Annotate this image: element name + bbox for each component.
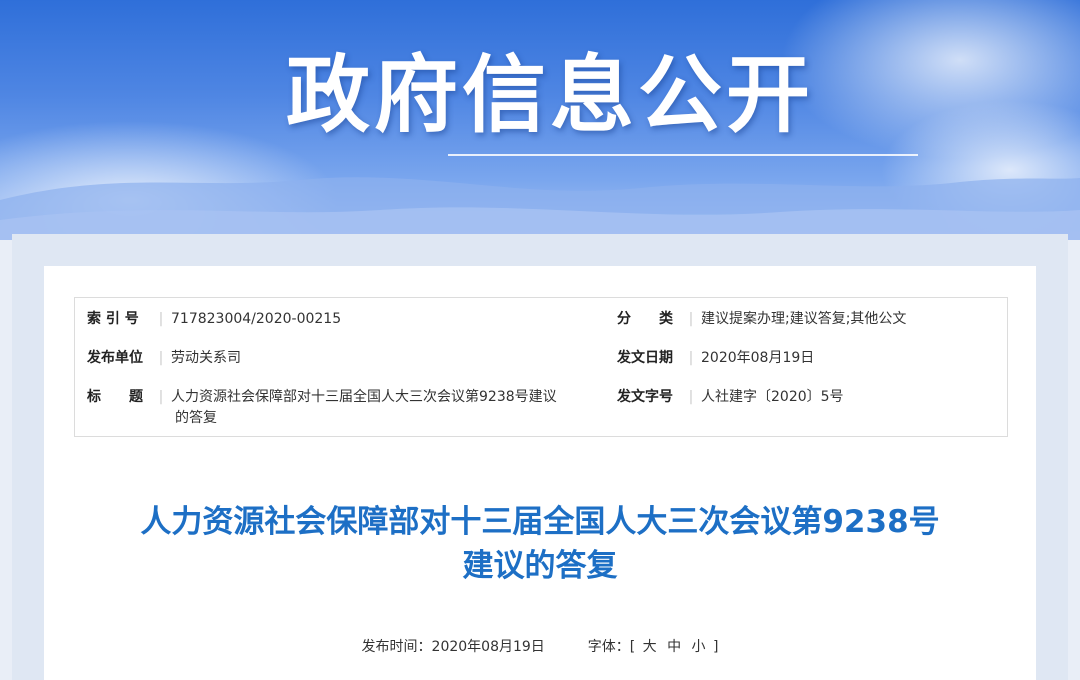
meta-row-category: 分 类 | 建议提案办理;建议答复;其他公文 [617, 308, 906, 328]
font-size-large-button[interactable]: 大 [640, 636, 660, 656]
meta-category-label: 分 类 [617, 311, 673, 327]
document-title-line1: 人力资源社会保障部对十三届全国人大三次会议第9238号 [140, 504, 940, 540]
meta-separator: | [158, 350, 164, 366]
meta-separator: | [688, 350, 694, 366]
bracket-open: [ [629, 639, 636, 655]
publish-time-label: 发布时间： [361, 639, 432, 655]
meta-docno-label: 发文字号 [617, 389, 673, 405]
meta-separator: | [688, 311, 694, 327]
meta-separator: | [688, 389, 694, 405]
meta-category-value: 建议提案办理;建议答复;其他公文 [701, 311, 907, 327]
publish-info-bar: 发布时间：2020年08月19日 字体：[ 大 中 小 ] [0, 636, 1080, 656]
meta-index-value: 717823004/2020-00215 [171, 311, 342, 327]
meta-separator: | [158, 389, 164, 405]
meta-subject-label: 标 题 [87, 389, 143, 405]
meta-row-subject: 标 题 | 人力资源社会保障部对十三届全国人大三次会议第9238号建议 [87, 386, 557, 406]
font-size-label: 字体： [587, 639, 630, 655]
font-size-medium-button[interactable]: 中 [664, 636, 684, 656]
meta-row-docno: 发文字号 | 人社建字〔2020〕5号 [617, 386, 844, 406]
publish-time-value: 2020年08月19日 [431, 639, 545, 655]
meta-separator: | [158, 311, 164, 327]
meta-date-label: 发文日期 [617, 350, 673, 366]
document-title-line2: 建议的答复 [462, 548, 618, 584]
metadata-table: 索 引 号 | 717823004/2020-00215 分 类 | 建议提案办理;建议… [74, 297, 1008, 437]
meta-subject-value-line1: 人力资源社会保障部对十三届全国人大三次会议第9238号建议 [171, 389, 557, 405]
font-size-small-button[interactable]: 小 [689, 636, 709, 656]
document-title: 人力资源社会保障部对十三届全国人大三次会议第9238号 建议的答复 [60, 500, 1020, 588]
meta-row-index: 索 引 号 | 717823004/2020-00215 [87, 308, 341, 328]
meta-date-value: 2020年08月19日 [701, 350, 815, 366]
banner: 政府信息公开 [0, 0, 1080, 240]
bracket-close: ] [712, 639, 719, 655]
banner-divider [448, 154, 918, 156]
meta-unit-label: 发布单位 [87, 350, 143, 366]
meta-subject-value-line2: 的答复 [175, 410, 217, 426]
meta-row-unit: 发布单位 | 劳动关系司 [87, 347, 241, 367]
banner-title: 政府信息公开 [285, 46, 814, 144]
meta-row-date: 发文日期 | 2020年08月19日 [617, 347, 814, 367]
meta-index-label: 索 引 号 [87, 311, 139, 327]
meta-docno-value: 人社建字〔2020〕5号 [701, 389, 844, 405]
meta-unit-value: 劳动关系司 [171, 350, 241, 366]
meta-subject-continuation: 的答复 [175, 407, 217, 427]
